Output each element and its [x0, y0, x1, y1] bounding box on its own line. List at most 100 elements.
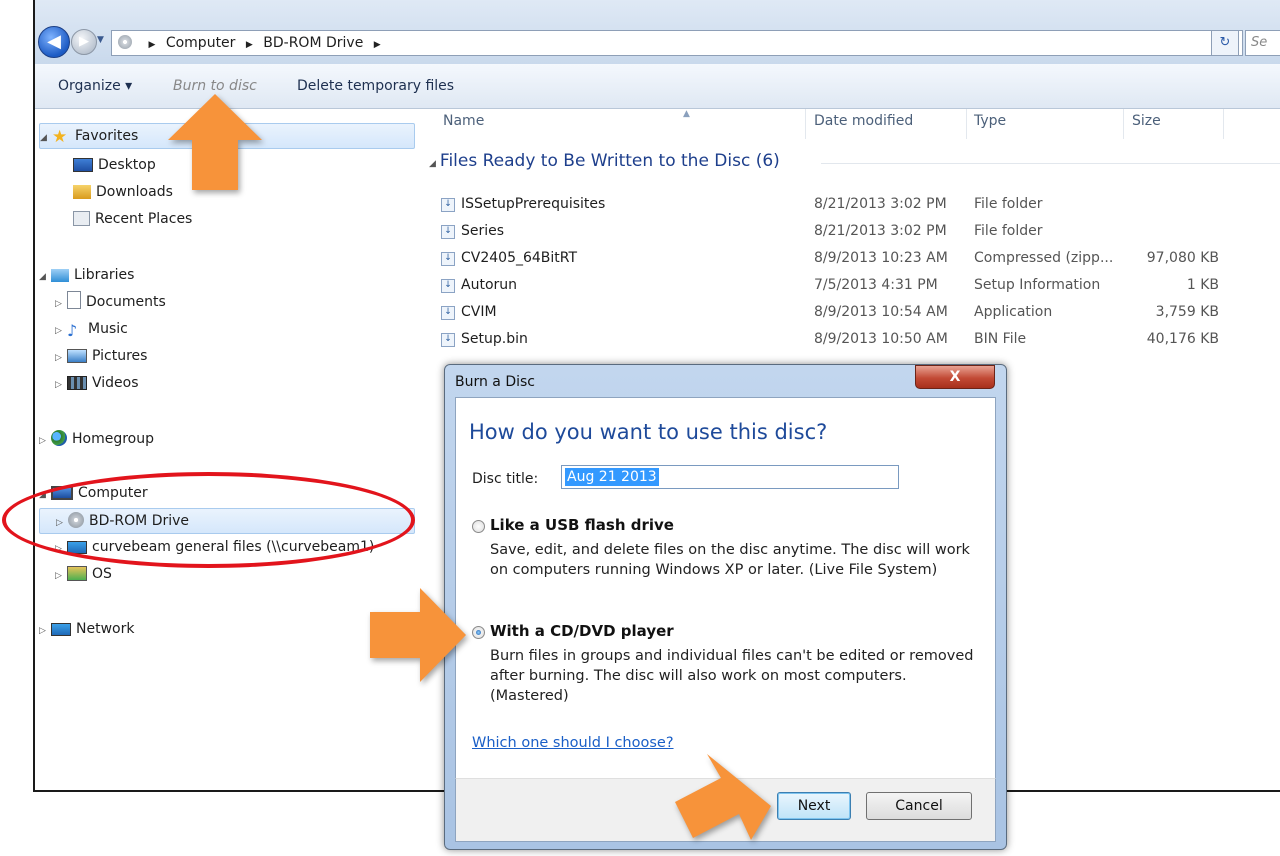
- cancel-button[interactable]: Cancel: [866, 792, 972, 820]
- sidebar-item-label: Homegroup: [72, 431, 155, 447]
- file-date: 8/9/2013 10:23 AM: [814, 250, 948, 266]
- search-input[interactable]: Se: [1245, 30, 1280, 56]
- dialog-body: How do you want to use this disc? Disc t…: [455, 397, 996, 779]
- collapsed-icon[interactable]: ▷: [55, 373, 67, 397]
- sidebar-item-libraries[interactable]: ◢ Libraries: [39, 263, 134, 287]
- radio-usb-flash-drive[interactable]: [472, 520, 485, 533]
- breadcrumb-bd-rom[interactable]: BD-ROM Drive: [263, 35, 363, 51]
- file-size: 3,759 KB: [1155, 304, 1219, 320]
- file-name: ISSetupPrerequisites: [461, 196, 606, 212]
- file-type: File folder: [974, 196, 1043, 212]
- sidebar-item-os[interactable]: ▷ OS: [55, 562, 112, 586]
- sidebar-item-label: Downloads: [96, 184, 173, 200]
- recent-places-icon: [73, 211, 90, 226]
- next-button[interactable]: Next: [777, 792, 851, 820]
- address-bar[interactable]: ▶ Computer ▶ BD-ROM Drive ▶ ▼: [111, 30, 1243, 56]
- collapsed-icon[interactable]: ▷: [55, 564, 67, 588]
- file-size: 1 KB: [1186, 277, 1219, 293]
- option-cd-dvd-player-description: Burn files in groups and individual file…: [490, 648, 974, 704]
- option-cd-dvd-player-title[interactable]: With a CD/DVD player: [490, 622, 674, 640]
- back-button[interactable]: ◀: [38, 26, 70, 58]
- chevron-right-icon[interactable]: ▶: [374, 40, 381, 50]
- file-row[interactable]: ↓ Series 8/21/2013 3:02 PM File folder: [421, 218, 1280, 244]
- column-header-type[interactable]: Type: [974, 113, 1006, 129]
- column-divider[interactable]: [1223, 109, 1224, 139]
- sidebar-item-music[interactable]: ▷ ♪ Music: [55, 317, 128, 341]
- expanded-icon[interactable]: ◢: [429, 159, 436, 169]
- star-icon: ★: [52, 127, 68, 147]
- collapsed-icon[interactable]: ▷: [39, 619, 51, 643]
- sort-ascending-icon: ▲: [683, 109, 690, 119]
- homegroup-icon: [51, 430, 67, 446]
- disc-title-value: Aug 21 2013: [565, 468, 659, 486]
- group-divider: [821, 163, 1280, 164]
- videos-icon: [67, 376, 87, 390]
- disc-title-field[interactable]: Aug 21 2013: [561, 465, 899, 489]
- which-one-help-link[interactable]: Which one should I choose?: [472, 735, 674, 751]
- column-divider[interactable]: [805, 109, 806, 139]
- file-name: CV2405_64BitRT: [461, 250, 578, 266]
- pictures-icon: [67, 349, 87, 363]
- sidebar-item-pictures[interactable]: ▷ Pictures: [55, 344, 147, 368]
- file-name: Setup.bin: [461, 331, 528, 347]
- expanded-icon[interactable]: ◢: [39, 265, 51, 289]
- sidebar-item-label: Network: [76, 621, 135, 637]
- sidebar-item-label: Desktop: [98, 157, 156, 173]
- collapsed-icon[interactable]: ▷: [39, 429, 51, 453]
- sidebar-item-recent-places[interactable]: Recent Places: [73, 207, 192, 231]
- pending-burn-icon: ↓: [441, 306, 455, 320]
- column-divider[interactable]: [1123, 109, 1124, 139]
- collapsed-icon[interactable]: ▷: [55, 292, 67, 316]
- drive-location-icon: [118, 35, 132, 49]
- file-date: 8/21/2013 3:02 PM: [814, 223, 947, 239]
- pending-burn-icon: ↓: [441, 333, 455, 347]
- file-date: 8/21/2013 3:02 PM: [814, 196, 947, 212]
- sidebar-item-downloads[interactable]: Downloads: [73, 180, 173, 204]
- os-drive-icon: [67, 566, 87, 581]
- close-button[interactable]: X: [915, 365, 995, 389]
- recent-pages-icon[interactable]: ▼: [97, 35, 104, 45]
- pending-burn-icon: ↓: [441, 225, 455, 239]
- column-header-date[interactable]: Date modified: [814, 113, 913, 129]
- file-row[interactable]: ↓ ISSetupPrerequisites 8/21/2013 3:02 PM…: [421, 191, 1280, 217]
- column-header-size[interactable]: Size: [1132, 113, 1161, 129]
- sidebar-item-documents[interactable]: ▷ Documents: [55, 290, 166, 314]
- file-size: 97,080 KB: [1146, 250, 1219, 266]
- expanded-icon[interactable]: ◢: [40, 126, 52, 150]
- column-header-name[interactable]: Name: [443, 113, 484, 129]
- refresh-button[interactable]: ↻: [1211, 30, 1239, 56]
- forward-button[interactable]: ▶: [71, 29, 97, 55]
- column-divider[interactable]: [966, 109, 967, 139]
- option-usb-flash-drive-title[interactable]: Like a USB flash drive: [490, 516, 674, 534]
- file-row[interactable]: ↓ Autorun 7/5/2013 4:31 PM Setup Informa…: [421, 272, 1280, 298]
- sidebar-item-homegroup[interactable]: ▷ Homegroup: [39, 427, 154, 451]
- file-date: 8/9/2013 10:50 AM: [814, 331, 948, 347]
- collapsed-icon[interactable]: ▷: [55, 346, 67, 370]
- organize-button[interactable]: Organize ▾: [58, 78, 132, 94]
- sidebar-item-desktop[interactable]: Desktop: [73, 153, 156, 177]
- sidebar-item-videos[interactable]: ▷ Videos: [55, 371, 139, 395]
- chevron-right-icon[interactable]: ▶: [148, 40, 155, 50]
- sidebar-item-label: Documents: [86, 294, 166, 310]
- file-row[interactable]: ↓ CV2405_64BitRT 8/9/2013 10:23 AM Compr…: [421, 245, 1280, 271]
- file-name: Autorun: [461, 277, 518, 293]
- sidebar-item-label: OS: [92, 566, 112, 582]
- file-date: 7/5/2013 4:31 PM: [814, 277, 938, 293]
- file-row[interactable]: ↓ Setup.bin 8/9/2013 10:50 AM BIN File 4…: [421, 326, 1280, 352]
- file-type: BIN File: [974, 331, 1027, 347]
- sidebar-item-network[interactable]: ▷ Network: [39, 617, 134, 641]
- breadcrumb-computer[interactable]: Computer: [166, 35, 236, 51]
- pending-burn-icon: ↓: [441, 252, 455, 266]
- group-header[interactable]: ◢ Files Ready to Be Written to the Disc (…: [429, 151, 780, 171]
- radio-cd-dvd-player[interactable]: [472, 626, 485, 639]
- collapsed-icon[interactable]: ▷: [55, 319, 67, 343]
- dialog-heading: How do you want to use this disc?: [469, 420, 828, 444]
- chevron-right-icon[interactable]: ▶: [246, 40, 253, 50]
- dialog-title: Burn a Disc: [455, 374, 536, 390]
- group-title: Files Ready to Be Written to the Disc (6…: [439, 151, 780, 171]
- file-row[interactable]: ↓ CVIM 8/9/2013 10:54 AM Application 3,7…: [421, 299, 1280, 325]
- delete-temporary-files-button[interactable]: Delete temporary files: [297, 78, 454, 94]
- sidebar-item-label: Libraries: [74, 267, 135, 283]
- file-type: Setup Information: [974, 277, 1101, 293]
- highlight-ellipse: [2, 472, 415, 568]
